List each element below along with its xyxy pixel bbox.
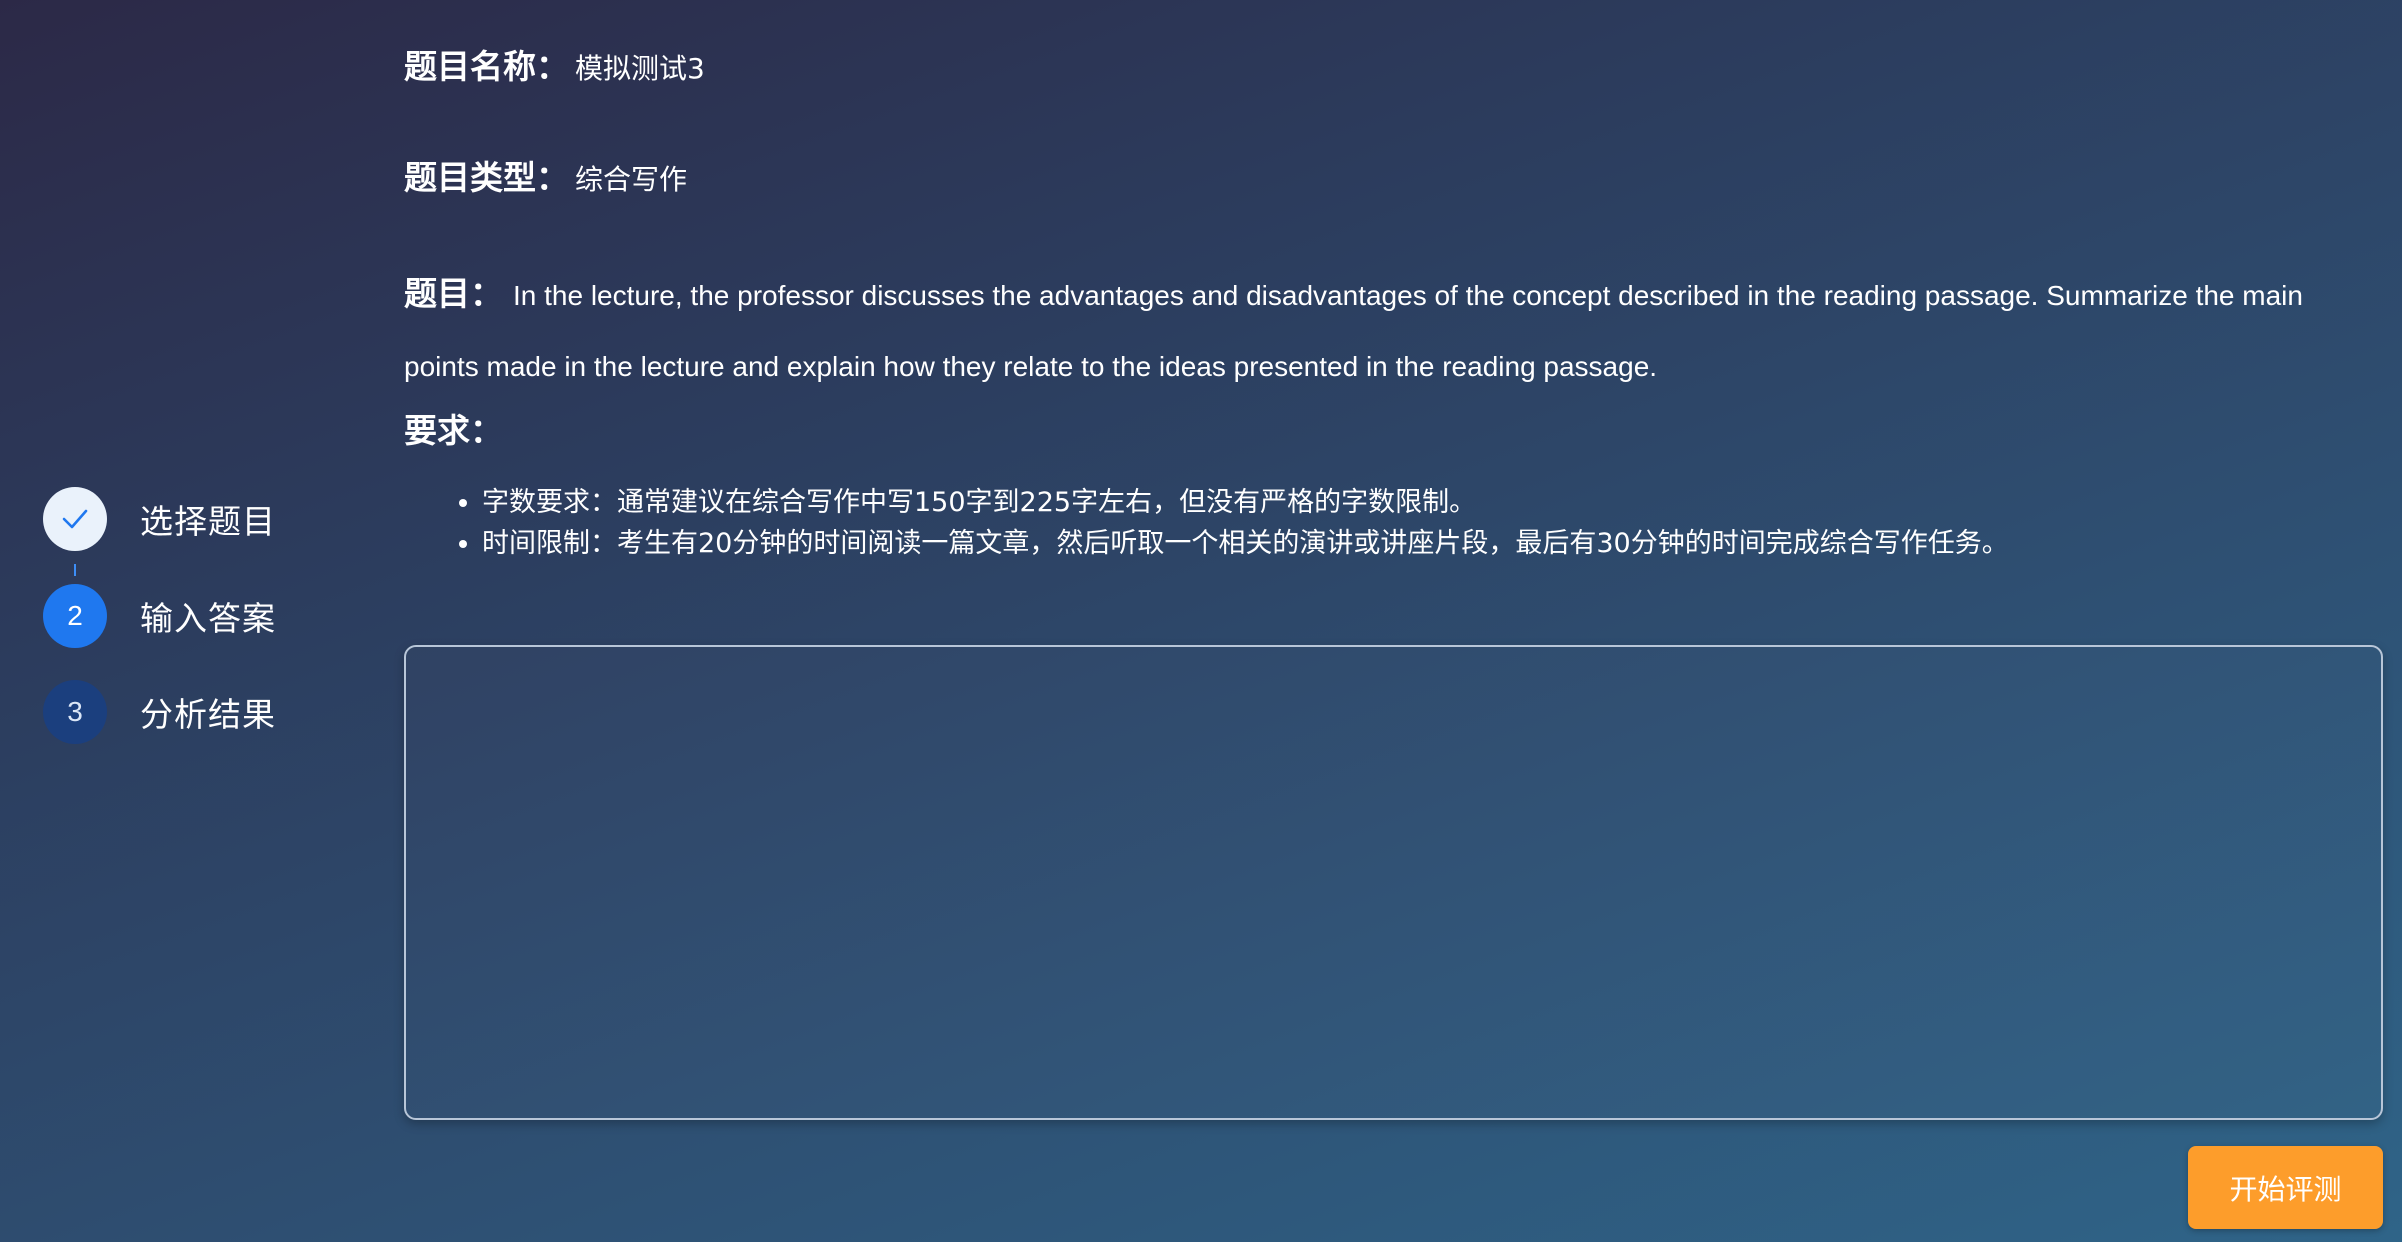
answer-textarea[interactable]: [404, 645, 2383, 1120]
question-label: 题目：: [404, 274, 503, 313]
step-select-question[interactable]: 选择题目: [43, 486, 276, 552]
question-text: In the lecture, the professor discusses …: [404, 280, 2303, 382]
question-block: 题目： In the lecture, the professor discuss…: [404, 258, 2324, 402]
requirements-list: 字数要求：通常建议在综合写作中写150字到225字左右，但没有严格的字数限制。 …: [404, 482, 2009, 564]
topic-type-label: 题目类型：: [404, 158, 569, 197]
step-1-circle: [43, 487, 107, 551]
step-label: 分析结果: [140, 695, 276, 734]
step-2-circle: 2: [43, 584, 107, 648]
start-evaluation-button[interactable]: 开始评测: [2188, 1146, 2383, 1229]
topic-type-row: 题目类型： 综合写作: [404, 151, 687, 199]
topic-type-value: 综合写作: [575, 163, 688, 196]
topic-name-value: 模拟测试3: [575, 52, 705, 85]
topic-name-label: 题目名称：: [404, 47, 569, 86]
step-connector: [74, 564, 76, 576]
step-3-circle: 3: [43, 680, 107, 744]
requirement-item: 时间限制：考生有20分钟的时间阅读一篇文章，然后听取一个相关的演讲或讲座片段，最…: [482, 523, 2009, 564]
step-label: 输入答案: [140, 599, 276, 638]
requirement-item: 字数要求：通常建议在综合写作中写150字到225字左右，但没有严格的字数限制。: [482, 482, 2009, 523]
step-label: 选择题目: [140, 502, 276, 541]
step-analysis-result[interactable]: 3 分析结果: [43, 679, 276, 745]
check-icon: [62, 509, 88, 529]
topic-name-row: 题目名称： 模拟测试3: [404, 40, 705, 88]
step-input-answer[interactable]: 2 输入答案: [43, 583, 276, 649]
requirements-title: 要求：: [404, 411, 503, 450]
